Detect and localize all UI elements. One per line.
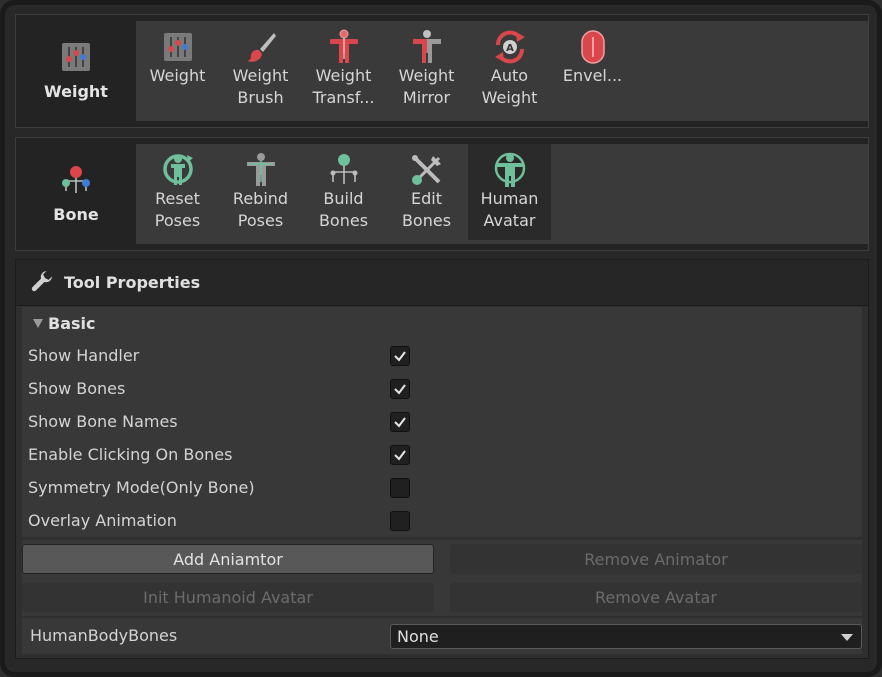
weight-tool-label: Weight	[149, 66, 206, 85]
weight-transfer-tool-label: Weight Transf...	[312, 66, 375, 107]
property-row: Show Handler	[22, 339, 862, 372]
chevron-down-icon	[841, 634, 853, 641]
reset-poses-tool-label: Reset Poses	[154, 189, 201, 230]
build-bones-tool-button[interactable]: Build Bones	[302, 144, 385, 240]
edit-bones-tool-label: Edit Bones	[401, 189, 452, 230]
property-row: Enable Clicking On Bones	[22, 438, 862, 471]
human-body-bones-dropdown[interactable]: None	[390, 624, 862, 649]
property-row: Overlay Animation	[22, 504, 862, 537]
tool-properties-header: Tool Properties	[16, 260, 868, 306]
weight-sliders-icon	[160, 29, 196, 65]
weight-tool-button[interactable]: Weight	[136, 21, 219, 117]
property-rows: Show Handler Show Bones Show Bone Names Ena…	[22, 339, 862, 537]
init-humanoid-avatar-button[interactable]: Init Humanoid Avatar	[22, 582, 434, 612]
weight-category-label: Weight	[44, 81, 108, 101]
bone-category-icon	[59, 165, 93, 199]
bone-category[interactable]: Bone	[16, 138, 136, 250]
build-bones-tool-label: Build Bones	[318, 189, 369, 230]
basic-foldout[interactable]: Basic	[22, 307, 862, 339]
checkmark-icon	[394, 383, 406, 395]
weight-category[interactable]: Weight	[16, 15, 136, 127]
tool-properties-panel: Tool Properties Basic Show Handler Show B…	[15, 259, 869, 659]
property-checkbox[interactable]	[390, 510, 410, 531]
weight-tools: Weight Weight Brush Weight Transf... Wei…	[136, 21, 868, 121]
property-row: Show Bone Names	[22, 405, 862, 438]
remove-avatar-button[interactable]: Remove Avatar	[450, 582, 862, 612]
human-avatar-tool-label: Human Avatar	[480, 189, 539, 230]
bone-category-label: Bone	[53, 204, 99, 224]
human-body-bones-row: HumanBodyBones None	[22, 618, 862, 654]
weight-group: Weight Weight Weight Brush Weight Transf…	[15, 14, 869, 128]
add-animator-button[interactable]: Add Aniamtor	[22, 544, 434, 574]
auto-weight-tool-label: Auto Weight	[481, 66, 538, 107]
property-checkbox[interactable]	[390, 345, 410, 366]
edit-bones-icon	[409, 152, 445, 188]
auto-weight-icon: A	[492, 29, 528, 65]
remove-animator-button[interactable]: Remove Animator	[450, 544, 862, 574]
weight-mirror-tool-button[interactable]: Weight Mirror	[385, 21, 468, 117]
weight-transfer-icon	[326, 29, 362, 65]
human-avatar-icon	[492, 152, 528, 188]
animator-button-row: Add Aniamtor Remove Animator	[22, 540, 862, 578]
edit-bones-tool-button[interactable]: Edit Bones	[385, 144, 468, 240]
property-checkbox[interactable]	[390, 444, 410, 465]
property-checkbox[interactable]	[390, 378, 410, 399]
checkmark-icon	[394, 416, 406, 428]
checkmark-icon	[394, 350, 406, 362]
weight-mirror-tool-label: Weight Mirror	[398, 66, 455, 107]
property-label: Symmetry Mode(Only Bone)	[28, 478, 255, 497]
human-body-bones-label: HumanBodyBones	[30, 626, 178, 645]
avatar-button-row: Init Humanoid Avatar Remove Avatar	[22, 578, 862, 616]
human-avatar-tool-button[interactable]: Human Avatar	[468, 144, 551, 240]
basic-section: Basic Show Handler Show Bones Show Bone Na…	[22, 307, 862, 537]
envelope-tool-button[interactable]: Envel...	[551, 21, 634, 117]
brush-icon	[243, 29, 279, 65]
property-row: Show Bones	[22, 372, 862, 405]
rebind-poses-tool-button[interactable]: Rebind Poses	[219, 144, 302, 240]
reset-poses-icon	[160, 152, 196, 188]
property-label: Overlay Animation	[28, 511, 177, 530]
weight-brush-tool-button[interactable]: Weight Brush	[219, 21, 302, 117]
envelope-icon	[575, 29, 611, 65]
property-label: Show Bones	[28, 379, 126, 398]
bone-group: Bone Reset Poses Rebind Poses Build Bone…	[15, 137, 869, 251]
wrench-icon	[30, 269, 54, 297]
basic-section-label: Basic	[48, 313, 96, 333]
foldout-triangle-icon	[32, 314, 44, 333]
bone-tools: Reset Poses Rebind Poses Build Bones Edi…	[136, 144, 868, 244]
rebind-poses-tool-label: Rebind Poses	[232, 189, 289, 230]
tool-properties-title: Tool Properties	[64, 273, 201, 292]
build-bones-icon	[326, 152, 362, 188]
weight-mirror-icon	[409, 29, 445, 65]
property-checkbox[interactable]	[390, 477, 410, 498]
reset-poses-tool-button[interactable]: Reset Poses	[136, 144, 219, 240]
checkmark-icon	[394, 449, 406, 461]
weight-brush-tool-label: Weight Brush	[232, 66, 289, 107]
auto-weight-tool-button[interactable]: A Auto Weight	[468, 21, 551, 117]
rebind-poses-icon	[243, 152, 279, 188]
window-frame: Weight Weight Weight Brush Weight Transf…	[0, 0, 882, 677]
property-row: Symmetry Mode(Only Bone)	[22, 471, 862, 504]
property-label: Show Handler	[28, 346, 140, 365]
property-label: Show Bone Names	[28, 412, 178, 431]
envelope-tool-label: Envel...	[562, 66, 623, 85]
weight-transfer-tool-button[interactable]: Weight Transf...	[302, 21, 385, 117]
svg-text:A: A	[506, 43, 514, 54]
human-body-bones-value: None	[397, 627, 439, 646]
property-label: Enable Clicking On Bones	[28, 445, 233, 464]
weight-category-icon	[61, 42, 91, 76]
property-checkbox[interactable]	[390, 411, 410, 432]
